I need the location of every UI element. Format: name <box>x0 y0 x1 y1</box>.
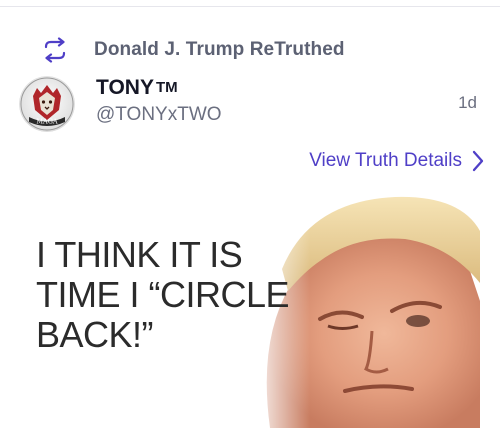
meme-caption-line: I THINK IT IS <box>36 234 243 275</box>
meme-caption-line: BACK!” <box>36 314 154 355</box>
view-truth-details-link[interactable]: View Truth Details <box>309 150 484 172</box>
avatar[interactable]: MAGA <box>19 76 75 132</box>
retruth-icon <box>40 36 70 64</box>
meme-caption: I THINK IT IS TIME I “CIRCLE BACK!” <box>36 234 290 355</box>
post-media-image[interactable]: I THINK IT IS TIME I “CIRCLE BACK!” <box>20 191 480 428</box>
post-timestamp: 1d <box>458 93 477 112</box>
retruth-label: Donald J. Trump ReTruthed <box>94 39 345 60</box>
meme-caption-line: TIME I “CIRCLE <box>36 274 290 315</box>
top-divider <box>0 6 500 7</box>
avatar-text: MAGA <box>36 118 58 126</box>
chevron-right-icon <box>472 150 484 172</box>
author-name-text: TONY <box>96 76 154 99</box>
author-name[interactable]: TONY TM <box>96 76 178 100</box>
author-handle[interactable]: @TONYxTWO <box>96 104 222 126</box>
author-name-suffix: TM <box>155 79 178 96</box>
view-truth-details-label: View Truth Details <box>309 150 462 171</box>
retruth-banner[interactable]: Donald J. Trump ReTruthed <box>40 36 345 64</box>
